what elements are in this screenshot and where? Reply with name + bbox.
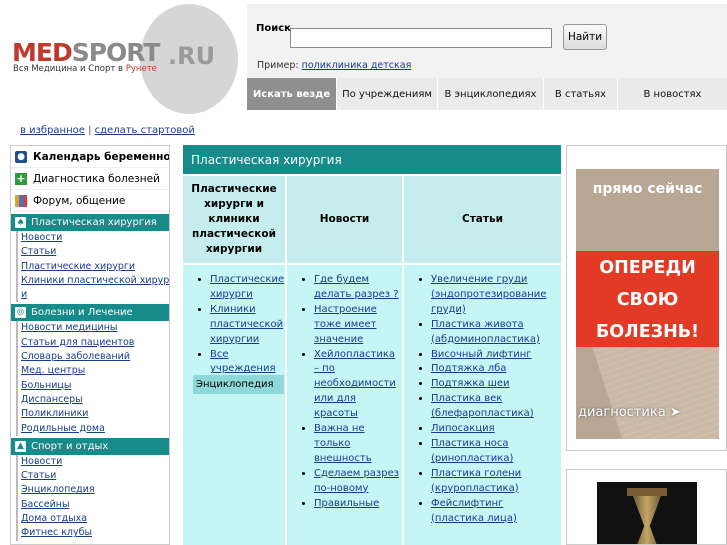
sidebar-item-pregnancy-calendar[interactable]: ● Календарь беременности — [11, 146, 169, 168]
list-item[interactable]: Диспансеры — [16, 392, 169, 408]
list-item[interactable]: Пластические хирурги — [210, 273, 284, 303]
list-item[interactable]: Подтяжка шеи — [431, 377, 559, 392]
ad-red-band: ОПЕРЕДИ СВОЮ БОЛЕЗНЬ! — [576, 251, 719, 347]
list-item[interactable]: Сделаем разрез по-новому — [314, 467, 400, 497]
sidebar: ● Календарь беременности + Диагностика б… — [10, 145, 170, 545]
list-item[interactable]: Клиники пластической хирургии — [210, 303, 283, 348]
calendar-icon: ● — [15, 150, 27, 163]
articles-list: Увеличение груди (эндопротезирование гру… — [404, 265, 561, 526]
figure-icon: ♠ — [15, 217, 26, 228]
logo-domain: .RU — [168, 42, 216, 70]
plastic-surgery-block: Пластическая хирургия Пластические хирур… — [183, 145, 561, 545]
list-item[interactable]: Поликлиники — [16, 407, 169, 422]
list-item[interactable]: Липосакция — [431, 422, 559, 437]
list-item[interactable]: Хейлопластика – по необходимости или для… — [314, 348, 400, 423]
list-item[interactable]: Новости — [16, 454, 169, 470]
logo-tagline: Вся Медицина и Спорт в Рунете — [13, 64, 157, 74]
list-item[interactable]: Настроение тоже имеет значение — [314, 303, 400, 348]
list-item[interactable]: Родильные дома — [16, 421, 169, 436]
tab-in-news[interactable]: В новостях — [618, 78, 727, 110]
columns-header: Пластические хирурги и клиники пластичес… — [183, 174, 561, 263]
list-item[interactable]: Статьи для пациентов — [16, 335, 169, 351]
list-item[interactable]: Височный лифтинг — [431, 348, 559, 363]
column-header-clinics: Пластические хирурги и клиники пластичес… — [183, 174, 287, 263]
list-item[interactable]: Пластика голени (круропластика) — [431, 467, 559, 497]
ad-headline: прямо сейчас — [592, 181, 703, 197]
site-logo[interactable]: MEDSPORT .RU Вся Медицина и Спорт в Руне… — [0, 0, 238, 118]
column-header-articles: Статьи — [404, 174, 561, 263]
ad-panel-2 — [566, 469, 727, 545]
list-item[interactable]: Дома отдыха — [16, 512, 169, 527]
sidebar-section-diseases[interactable]: ⦾ Болезни и Лечение — [11, 304, 169, 322]
list-item[interactable]: Фитнес клубы — [16, 526, 169, 541]
sidebar-section-sport[interactable]: ▲ Спорт и отдых — [11, 437, 169, 455]
tab-by-institutions[interactable]: По учреждениям — [337, 78, 438, 110]
add-to-favorites-link[interactable]: в избранное — [20, 125, 85, 136]
columns-body: Пластические хирурги Клиники пластическо… — [183, 263, 561, 545]
list-item[interactable]: Больницы — [16, 378, 169, 393]
news-list: Где будем делать разрез ? Настроение тож… — [287, 265, 402, 512]
tab-in-encyclopedias[interactable]: В энциклопедиях — [438, 78, 544, 110]
search-example: Пример: поликлиника детская — [257, 60, 412, 71]
list-item[interactable]: Где будем делать разрез ? — [314, 273, 400, 303]
diagnostics-ad-banner[interactable]: прямо сейчас ОПЕРЕДИ СВОЮ БОЛЕЗНЬ! диагн… — [576, 169, 719, 439]
list-item[interactable]: Правильные — [314, 497, 400, 512]
sidebar-list-plastic-surgery: Новости Статьи Пластические хирурги Клин… — [11, 231, 169, 303]
list-item[interactable]: Статьи — [16, 469, 169, 484]
hourglass-glass — [633, 496, 661, 544]
list-item[interactable]: Энциклопедия — [16, 483, 169, 498]
clinics-list: Пластические хирурги Клиники пластическо… — [183, 265, 285, 377]
list-item[interactable]: Бассейны — [16, 497, 169, 513]
encyclopedia-button[interactable]: Энциклопедия — [193, 375, 284, 394]
list-item[interactable]: Словарь заболеваний — [16, 350, 169, 365]
search-label: Поиск — [256, 23, 291, 34]
column-news: Где будем делать разрез ? Настроение тож… — [287, 263, 404, 545]
sidebar-item-forum[interactable]: Форум, общение — [11, 190, 169, 212]
block-title: Пластическая хирургия — [183, 145, 561, 174]
list-item[interactable]: Фейслифтинг (пластика лица) — [431, 497, 559, 527]
list-item[interactable]: Важна не только внешность — [314, 422, 400, 467]
list-item[interactable]: Пластика век (блефаропластика) — [431, 392, 559, 422]
pill-icon: ⦾ — [15, 307, 26, 319]
sidebar-list-sport: Новости Статьи Энциклопедия Бассейны Дом… — [11, 454, 169, 541]
favorite-links: в избранное | сделать стартовой — [20, 125, 195, 136]
hourglass-image[interactable] — [597, 482, 697, 544]
plus-cross-icon: + — [15, 172, 27, 185]
list-item[interactable]: Увеличение груди (эндопротезирование гру… — [431, 273, 559, 318]
list-item[interactable]: Мед. центры — [16, 364, 169, 379]
search-example-link[interactable]: поликлиника детская — [302, 60, 412, 71]
list-item[interactable]: Новости медицины — [16, 321, 169, 336]
column-header-news: Новости — [287, 174, 404, 263]
list-item[interactable]: Все учреждения — [210, 348, 283, 378]
column-clinics: Пластические хирурги Клиники пластическо… — [183, 263, 287, 545]
sidebar-list-diseases: Новости медицины Статьи для пациентов Сл… — [11, 321, 169, 436]
search-panel: Поиск Найти Пример: поликлиника детская — [247, 4, 727, 78]
column-articles: Увеличение груди (эндопротезирование гру… — [404, 263, 561, 545]
people-icon — [15, 194, 27, 207]
hourglass-frame — [627, 488, 667, 496]
sidebar-section-plastic-surgery[interactable]: ♠ Пластическая хирургия — [11, 214, 169, 231]
list-item[interactable]: Клиники пластической хирурги — [16, 273, 169, 289]
list-item[interactable]: Пластика живота (абдоминопластика) — [431, 318, 559, 348]
list-item[interactable]: Подтяжка лба — [431, 362, 559, 377]
logo-text: MEDSPORT — [12, 38, 160, 67]
sport-icon: ▲ — [15, 440, 26, 452]
list-item[interactable]: Пластика носа (ринопластика) — [431, 437, 559, 467]
tab-in-articles[interactable]: В статьях — [544, 78, 618, 110]
list-item[interactable]: Статьи — [16, 245, 169, 260]
set-homepage-link[interactable]: сделать стартовой — [95, 125, 195, 136]
search-scope-tabs: Искать везде По учреждениям В энциклопед… — [247, 78, 727, 110]
list-item[interactable]: Новости — [16, 231, 169, 246]
tab-search-everywhere[interactable]: Искать везде — [247, 78, 337, 110]
list-item[interactable]: и — [16, 288, 169, 303]
ad-diagnostics-link: диагностика ➤ — [578, 405, 681, 420]
list-item[interactable]: Пластические хирурги — [16, 259, 169, 274]
ad-panel: прямо сейчас ОПЕРЕДИ СВОЮ БОЛЕЗНЬ! диагн… — [566, 145, 727, 451]
sidebar-item-diagnostics[interactable]: + Диагностика болезней — [11, 168, 169, 190]
search-input[interactable] — [290, 28, 552, 48]
search-button[interactable]: Найти — [563, 24, 607, 50]
